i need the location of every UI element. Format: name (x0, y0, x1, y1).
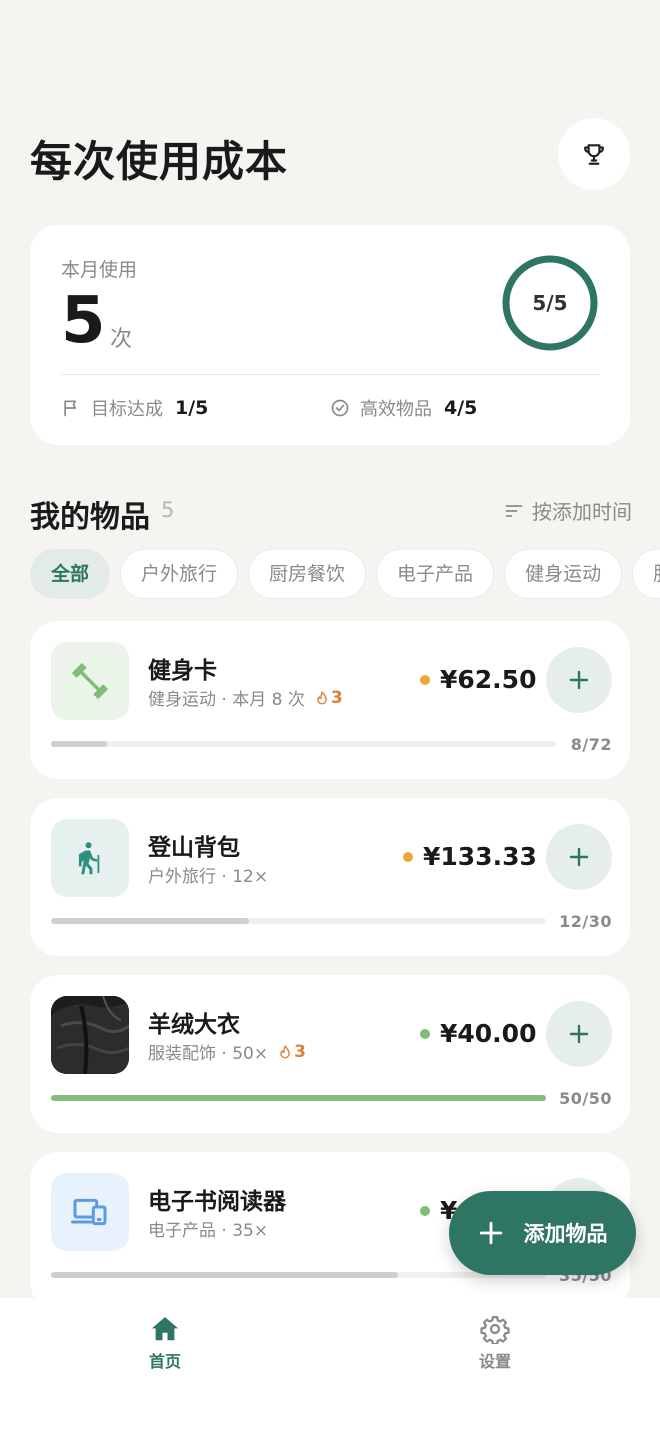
add-item-label: 添加物品 (523, 1222, 608, 1246)
item-meta-text: 户外旅行 · 12× (148, 867, 269, 887)
item-meta-text: 健身运动 · 本月 8 次 (148, 690, 305, 710)
price-value: ¥133.33 (423, 842, 537, 871)
item-meta: 户外旅行 · 12× (148, 862, 268, 887)
cost-per-use: ¥40.00 (420, 1019, 536, 1048)
price-value: ¥40.00 (440, 1019, 537, 1048)
flame-icon (317, 690, 327, 705)
item-meta: 健身运动 · 本月 8 次 3 (148, 685, 343, 711)
plus-icon (569, 1024, 589, 1044)
bottom-tab-bar: 首页 设置 (0, 1298, 660, 1434)
item-card[interactable]: 登山背包 户外旅行 · 12× ¥133.33 12/30 (30, 798, 630, 956)
item-name: 羊绒大衣 (148, 1012, 240, 1038)
usage-progress-fill (51, 1095, 546, 1101)
item-name: 登山背包 (148, 835, 240, 861)
item-name: 健身卡 (148, 658, 217, 684)
gear-icon (480, 1316, 510, 1344)
streak-badge: 3 (315, 688, 343, 708)
status-dot (403, 851, 413, 862)
cost-per-use: ¥133.33 (403, 842, 537, 871)
usage-progress-track (51, 1272, 546, 1278)
usage-progress-fill (51, 1272, 398, 1278)
item-meta: 服装配饰 · 50× 3 (148, 1039, 306, 1065)
log-use-button[interactable] (546, 647, 612, 713)
item-list: 健身卡 健身运动 · 本月 8 次 3 ¥62.50 8/72 登山背包 户外旅… (0, 0, 660, 1298)
item-card[interactable]: 羊绒大衣 服装配饰 · 50× 3 ¥40.00 50/50 (30, 975, 630, 1133)
item-meta: 电子产品 · 35× (148, 1216, 268, 1241)
item-thumb (51, 1173, 129, 1251)
plus-icon (569, 670, 589, 690)
usage-progress-track (51, 1095, 546, 1101)
usage-progress-track (51, 918, 546, 924)
item-photo (51, 996, 129, 1074)
usage-progress-track (51, 741, 556, 747)
item-thumb (51, 819, 129, 897)
tab-home[interactable]: 首页 (105, 1314, 225, 1372)
streak-count: 3 (330, 687, 343, 708)
home-icon (151, 1317, 179, 1341)
usage-progress-text: 50/50 (559, 1089, 612, 1108)
item-meta-text: 服装配饰 · 50× (148, 1044, 269, 1064)
tab-settings[interactable]: 设置 (435, 1314, 555, 1372)
item-name: 电子书阅读器 (148, 1189, 286, 1215)
price-value: ¥62.50 (440, 665, 537, 694)
usage-progress-text: 12/30 (559, 912, 612, 931)
item-thumb (51, 642, 129, 720)
log-use-button[interactable] (546, 824, 612, 890)
usage-progress-text: 8/72 (570, 735, 612, 754)
add-item-button[interactable]: 添加物品 (449, 1191, 636, 1275)
plus-icon (569, 847, 589, 867)
status-dot (420, 1205, 430, 1216)
log-use-button[interactable] (546, 1001, 612, 1067)
item-card[interactable]: 健身卡 健身运动 · 本月 8 次 3 ¥62.50 8/72 (30, 621, 630, 779)
cost-per-use: ¥62.50 (420, 665, 536, 694)
streak-count: 3 (294, 1041, 306, 1062)
usage-progress-fill (51, 741, 108, 747)
status-dot (420, 674, 430, 685)
plus-icon (479, 1221, 502, 1245)
flame-icon (280, 1044, 290, 1059)
usage-progress-fill (51, 918, 249, 924)
item-meta-text: 电子产品 · 35× (148, 1221, 269, 1241)
coat-photo (51, 996, 129, 1074)
streak-badge: 3 (278, 1042, 306, 1062)
devices-icon (71, 1198, 107, 1226)
tab-settings-label: 设置 (478, 1352, 511, 1371)
hiker-icon (78, 842, 100, 875)
dumbbell-icon (72, 663, 108, 699)
tab-home-label: 首页 (148, 1352, 181, 1371)
status-dot (420, 1028, 430, 1039)
